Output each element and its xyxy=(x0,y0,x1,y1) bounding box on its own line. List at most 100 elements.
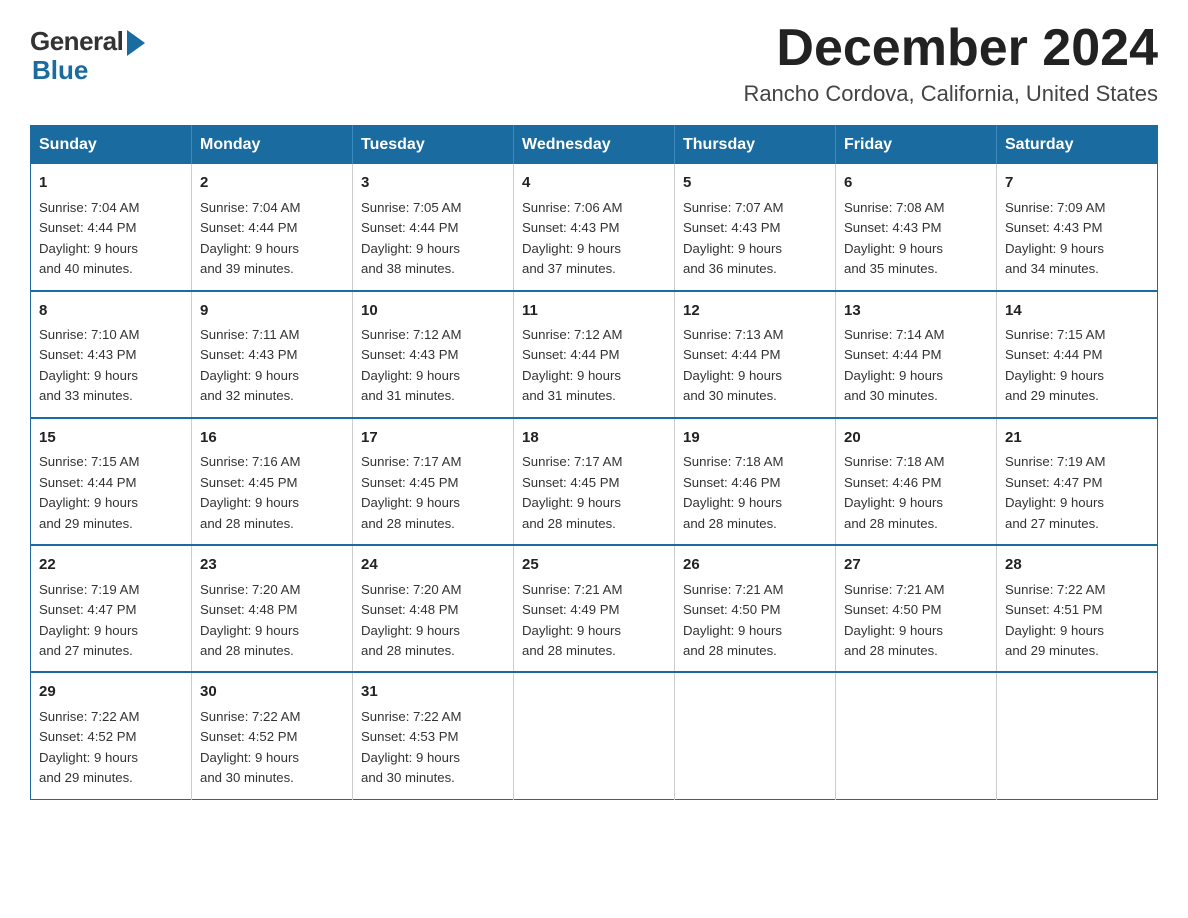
day-number: 13 xyxy=(844,300,988,323)
header-tuesday: Tuesday xyxy=(353,126,514,165)
calendar-cell xyxy=(675,672,836,799)
calendar-header-row: SundayMondayTuesdayWednesdayThursdayFrid… xyxy=(31,126,1158,165)
day-number: 1 xyxy=(39,172,183,195)
calendar-cell: 9Sunrise: 7:11 AMSunset: 4:43 PMDaylight… xyxy=(192,291,353,418)
calendar-cell: 23 Sunrise: 7:20 AMSunset: 4:48 PMDayligh… xyxy=(192,545,353,672)
calendar-cell: 17 Sunrise: 7:17 AMSunset: 4:45 PMDayligh… xyxy=(353,418,514,545)
day-number: 23 xyxy=(200,554,344,577)
calendar-cell: 25 Sunrise: 7:21 AMSunset: 4:49 PMDayligh… xyxy=(514,545,675,672)
day-info: Sunrise: 7:13 AMSunset: 4:44 PMDaylight:… xyxy=(683,327,783,403)
day-number: 29 xyxy=(39,681,183,704)
day-number: 17 xyxy=(361,427,505,450)
day-info: Sunrise: 7:18 AMSunset: 4:46 PMDaylight:… xyxy=(683,454,783,530)
calendar-cell: 15Sunrise: 7:15 AMSunset: 4:44 PMDayligh… xyxy=(31,418,192,545)
day-number: 24 xyxy=(361,554,505,577)
calendar-cell: 30 Sunrise: 7:22 AMSunset: 4:52 PMDayligh… xyxy=(192,672,353,799)
calendar-cell: 2 Sunrise: 7:04 AMSunset: 4:44 PMDaylight… xyxy=(192,164,353,290)
calendar-cell: 6 Sunrise: 7:08 AMSunset: 4:43 PMDaylight… xyxy=(836,164,997,290)
day-number: 18 xyxy=(522,427,666,450)
day-number: 7 xyxy=(1005,172,1149,195)
calendar-cell: 1 Sunrise: 7:04 AMSunset: 4:44 PMDaylight… xyxy=(31,164,192,290)
day-number: 27 xyxy=(844,554,988,577)
day-number: 10 xyxy=(361,300,505,323)
calendar-cell: 24 Sunrise: 7:20 AMSunset: 4:48 PMDayligh… xyxy=(353,545,514,672)
day-number: 5 xyxy=(683,172,827,195)
day-info: Sunrise: 7:22 AMSunset: 4:52 PMDaylight:… xyxy=(39,709,139,785)
logo-general-text: General xyxy=(30,26,123,57)
calendar-cell: 13 Sunrise: 7:14 AMSunset: 4:44 PMDayligh… xyxy=(836,291,997,418)
calendar-cell: 4Sunrise: 7:06 AMSunset: 4:43 PMDaylight… xyxy=(514,164,675,290)
day-info: Sunrise: 7:20 AMSunset: 4:48 PMDaylight:… xyxy=(200,582,300,658)
header-sunday: Sunday xyxy=(31,126,192,165)
day-info: Sunrise: 7:04 AMSunset: 4:44 PMDaylight:… xyxy=(200,200,300,276)
day-info: Sunrise: 7:21 AMSunset: 4:49 PMDaylight:… xyxy=(522,582,622,658)
day-info: Sunrise: 7:17 AMSunset: 4:45 PMDaylight:… xyxy=(361,454,461,530)
day-info: Sunrise: 7:14 AMSunset: 4:44 PMDaylight:… xyxy=(844,327,944,403)
calendar-cell: 27 Sunrise: 7:21 AMSunset: 4:50 PMDayligh… xyxy=(836,545,997,672)
calendar-cell: 18 Sunrise: 7:17 AMSunset: 4:45 PMDayligh… xyxy=(514,418,675,545)
calendar-cell: 5 Sunrise: 7:07 AMSunset: 4:43 PMDaylight… xyxy=(675,164,836,290)
calendar-cell: 31Sunrise: 7:22 AMSunset: 4:53 PMDayligh… xyxy=(353,672,514,799)
calendar-cell: 8 Sunrise: 7:10 AMSunset: 4:43 PMDaylight… xyxy=(31,291,192,418)
header-friday: Friday xyxy=(836,126,997,165)
location-title: Rancho Cordova, California, United State… xyxy=(743,81,1158,107)
day-info: Sunrise: 7:09 AMSunset: 4:43 PMDaylight:… xyxy=(1005,200,1105,276)
logo-arrow-icon xyxy=(127,30,145,56)
header-thursday: Thursday xyxy=(675,126,836,165)
day-info: Sunrise: 7:11 AMSunset: 4:43 PMDaylight:… xyxy=(200,327,299,403)
calendar-cell: 11Sunrise: 7:12 AMSunset: 4:44 PMDayligh… xyxy=(514,291,675,418)
logo: General Blue xyxy=(30,20,145,86)
day-number: 2 xyxy=(200,172,344,195)
calendar-table: SundayMondayTuesdayWednesdayThursdayFrid… xyxy=(30,125,1158,800)
day-info: Sunrise: 7:07 AMSunset: 4:43 PMDaylight:… xyxy=(683,200,783,276)
day-number: 3 xyxy=(361,172,505,195)
calendar-cell xyxy=(997,672,1158,799)
day-info: Sunrise: 7:19 AMSunset: 4:47 PMDaylight:… xyxy=(39,582,139,658)
day-number: 12 xyxy=(683,300,827,323)
calendar-cell: 22 Sunrise: 7:19 AMSunset: 4:47 PMDayligh… xyxy=(31,545,192,672)
day-info: Sunrise: 7:22 AMSunset: 4:52 PMDaylight:… xyxy=(200,709,300,785)
day-number: 6 xyxy=(844,172,988,195)
day-number: 21 xyxy=(1005,427,1149,450)
day-info: Sunrise: 7:05 AMSunset: 4:44 PMDaylight:… xyxy=(361,200,461,276)
day-number: 16 xyxy=(200,427,344,450)
day-info: Sunrise: 7:06 AMSunset: 4:43 PMDaylight:… xyxy=(522,200,622,276)
day-number: 14 xyxy=(1005,300,1149,323)
day-info: Sunrise: 7:20 AMSunset: 4:48 PMDaylight:… xyxy=(361,582,461,658)
day-info: Sunrise: 7:15 AMSunset: 4:44 PMDaylight:… xyxy=(1005,327,1105,403)
calendar-cell xyxy=(514,672,675,799)
day-info: Sunrise: 7:19 AMSunset: 4:47 PMDaylight:… xyxy=(1005,454,1105,530)
day-info: Sunrise: 7:21 AMSunset: 4:50 PMDaylight:… xyxy=(844,582,944,658)
day-info: Sunrise: 7:04 AMSunset: 4:44 PMDaylight:… xyxy=(39,200,139,276)
calendar-cell: 21 Sunrise: 7:19 AMSunset: 4:47 PMDayligh… xyxy=(997,418,1158,545)
day-number: 19 xyxy=(683,427,827,450)
header-wednesday: Wednesday xyxy=(514,126,675,165)
day-number: 8 xyxy=(39,300,183,323)
day-info: Sunrise: 7:12 AMSunset: 4:44 PMDaylight:… xyxy=(522,327,622,403)
header-monday: Monday xyxy=(192,126,353,165)
calendar-cell: 16Sunrise: 7:16 AMSunset: 4:45 PMDayligh… xyxy=(192,418,353,545)
header: General Blue December 2024 Rancho Cordov… xyxy=(30,20,1158,107)
day-info: Sunrise: 7:17 AMSunset: 4:45 PMDaylight:… xyxy=(522,454,622,530)
day-number: 25 xyxy=(522,554,666,577)
day-number: 22 xyxy=(39,554,183,577)
day-number: 15 xyxy=(39,427,183,450)
calendar-cell: 20Sunrise: 7:18 AMSunset: 4:46 PMDayligh… xyxy=(836,418,997,545)
day-info: Sunrise: 7:12 AMSunset: 4:43 PMDaylight:… xyxy=(361,327,461,403)
title-area: December 2024 Rancho Cordova, California… xyxy=(743,20,1158,107)
day-info: Sunrise: 7:18 AMSunset: 4:46 PMDaylight:… xyxy=(844,454,944,530)
calendar-cell: 19 Sunrise: 7:18 AMSunset: 4:46 PMDayligh… xyxy=(675,418,836,545)
day-info: Sunrise: 7:10 AMSunset: 4:43 PMDaylight:… xyxy=(39,327,139,403)
day-info: Sunrise: 7:08 AMSunset: 4:43 PMDaylight:… xyxy=(844,200,944,276)
day-number: 28 xyxy=(1005,554,1149,577)
day-number: 26 xyxy=(683,554,827,577)
header-saturday: Saturday xyxy=(997,126,1158,165)
calendar-cell: 12 Sunrise: 7:13 AMSunset: 4:44 PMDayligh… xyxy=(675,291,836,418)
calendar-week-3: 15Sunrise: 7:15 AMSunset: 4:44 PMDayligh… xyxy=(31,418,1158,545)
calendar-week-5: 29 Sunrise: 7:22 AMSunset: 4:52 PMDayligh… xyxy=(31,672,1158,799)
day-info: Sunrise: 7:22 AMSunset: 4:53 PMDaylight:… xyxy=(361,709,461,785)
calendar-cell: 10 Sunrise: 7:12 AMSunset: 4:43 PMDayligh… xyxy=(353,291,514,418)
day-number: 30 xyxy=(200,681,344,704)
calendar-week-2: 8 Sunrise: 7:10 AMSunset: 4:43 PMDaylight… xyxy=(31,291,1158,418)
calendar-cell: 7 Sunrise: 7:09 AMSunset: 4:43 PMDaylight… xyxy=(997,164,1158,290)
